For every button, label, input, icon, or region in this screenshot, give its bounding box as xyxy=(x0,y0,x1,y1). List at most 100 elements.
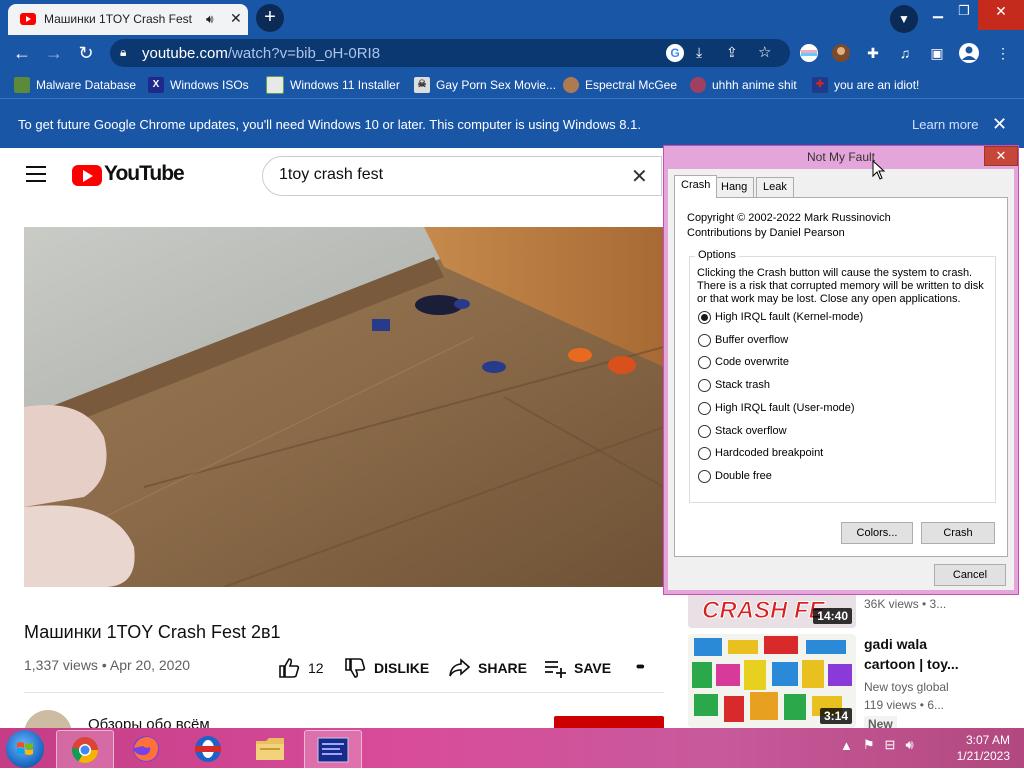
dislike-button[interactable]: DISLIKE xyxy=(344,658,429,678)
radio-icon[interactable] xyxy=(698,333,711,347)
extensions-puzzle-icon[interactable]: ✚ xyxy=(862,42,884,64)
start-button[interactable] xyxy=(6,730,44,768)
dialog-title[interactable]: Not My Fault xyxy=(664,146,1018,168)
thumbs-up-icon xyxy=(278,658,300,678)
radio-icon[interactable] xyxy=(698,424,711,438)
options-description: Clicking the Crash button will cause the… xyxy=(697,267,984,305)
chrome-icon[interactable] xyxy=(56,730,114,770)
infobar-message: To get future Google Chrome updates, you… xyxy=(18,117,641,132)
minimize-button[interactable]: ▁ xyxy=(926,0,950,30)
radio-buffer-overflow[interactable]: Buffer overflow xyxy=(698,332,788,348)
lock-icon[interactable]: 🔒︎ xyxy=(120,45,126,60)
clock-date: 1/21/2023 xyxy=(956,749,1010,763)
save-button[interactable]: SAVE xyxy=(544,658,611,678)
video-player[interactable] xyxy=(24,227,664,587)
volume-icon[interactable]: 🔊︎ xyxy=(905,737,913,753)
media-control-icon[interactable]: ♫ xyxy=(894,42,916,64)
recommendation-thumbnail[interactable]: 3:14 xyxy=(688,634,856,728)
infobar-close-icon[interactable]: ✕ xyxy=(992,114,1007,135)
bookmark-star-icon[interactable]: ☆ xyxy=(758,43,771,61)
youtube-logo-text[interactable]: YouTube xyxy=(104,162,185,186)
radio-icon[interactable] xyxy=(698,401,711,415)
google-lens-icon[interactable]: G xyxy=(666,44,684,62)
radio-stack-trash[interactable]: Stack trash xyxy=(698,377,770,393)
forward-arrow-icon[interactable]: → xyxy=(42,43,66,64)
bookmark-windows-isos[interactable]: X Windows ISOs xyxy=(148,76,249,94)
recommendation-title[interactable]: gadi wala cartoon | toy... xyxy=(864,634,959,674)
install-icon[interactable]: ⤓ xyxy=(696,44,702,61)
crash-button[interactable]: Crash xyxy=(921,522,995,544)
folder-icon[interactable] xyxy=(242,730,298,768)
recommendation-channel[interactable]: New toys global xyxy=(864,680,949,694)
radio-selected-icon[interactable] xyxy=(698,310,711,324)
profile-icon[interactable] xyxy=(958,42,980,64)
radio-icon[interactable] xyxy=(698,469,711,483)
skull-icon: ☠ xyxy=(414,77,430,93)
show-hidden-icons-icon[interactable]: ▲ xyxy=(840,738,853,753)
share-arrow-icon xyxy=(448,658,470,678)
notmyfault-icon[interactable] xyxy=(304,730,362,770)
chevron-down-icon[interactable]: ▼ xyxy=(890,5,918,33)
like-count: 12 xyxy=(308,660,324,676)
radio-icon[interactable] xyxy=(698,378,711,392)
flag-uk-icon: ✚ xyxy=(812,77,828,93)
bookmark-windows-11-installer[interactable]: Windows 11 Installer xyxy=(266,76,400,94)
dialog-close-button[interactable]: ✕ xyxy=(984,146,1018,166)
like-button[interactable]: 12 xyxy=(278,658,324,678)
firefox-icon[interactable] xyxy=(118,730,174,768)
bookmark-gay-porn[interactable]: ☠ Gay Porn Sex Movie... xyxy=(414,76,556,94)
bookmark-you-are-an-idiot[interactable]: ✚ you are an idiot! xyxy=(812,76,919,94)
action-center-flag-icon[interactable]: ⚑ xyxy=(863,737,875,753)
radio-high-irql-kernel[interactable]: High IRQL fault (Kernel-mode) xyxy=(698,309,863,325)
radio-stack-overflow[interactable]: Stack overflow xyxy=(698,423,787,439)
cancel-button[interactable]: Cancel xyxy=(934,564,1006,586)
radio-icon[interactable] xyxy=(698,446,711,460)
more-actions-icon[interactable]: ••• xyxy=(636,658,645,674)
browser-tab[interactable]: Машинки 1TOY Crash Fest 2в1 🔊︎ ✕ xyxy=(8,4,248,35)
bookmark-espectral-mcgee[interactable]: Espectral McGee xyxy=(563,76,677,94)
address-bar[interactable]: 🔒︎ youtube.com/watch?v=bib_oH-0RI8 G ⤓ ⇪… xyxy=(110,39,790,67)
extension-avatar-icon[interactable] xyxy=(830,42,852,64)
share-button[interactable]: SHARE xyxy=(448,658,527,678)
reload-icon[interactable]: ↻ xyxy=(74,43,98,64)
radio-high-irql-user[interactable]: High IRQL fault (User-mode) xyxy=(698,400,855,416)
video-title: Машинки 1TOY Crash Fest 2в1 xyxy=(24,622,281,642)
back-arrow-icon[interactable]: ← xyxy=(10,43,34,64)
speaker-icon[interactable]: 🔊︎ xyxy=(206,12,214,27)
radio-hardcoded-breakpoint[interactable]: Hardcoded breakpoint xyxy=(698,445,823,461)
dislike-label: DISLIKE xyxy=(374,660,430,676)
search-input[interactable] xyxy=(277,165,621,185)
extension-flag-icon[interactable] xyxy=(798,42,820,64)
mouse-cursor-icon xyxy=(872,160,886,180)
search-box[interactable]: ✕ xyxy=(262,156,662,196)
meta-separator: • xyxy=(101,657,107,673)
opera-icon[interactable] xyxy=(180,730,236,768)
network-icon[interactable]: ⊟ xyxy=(885,737,896,753)
avatar-icon xyxy=(563,77,579,93)
radio-double-free[interactable]: Double free xyxy=(698,468,772,484)
bookmark-malware-database[interactable]: Malware Database xyxy=(14,76,136,94)
radio-code-overwrite[interactable]: Code overwrite xyxy=(698,354,789,370)
tab-hang[interactable]: Hang xyxy=(714,177,755,197)
clear-search-icon[interactable]: ✕ xyxy=(631,164,648,189)
radio-icon[interactable] xyxy=(698,355,711,369)
bookmark-anime[interactable]: uhhh anime shit xyxy=(690,76,797,94)
update-infobar: To get future Google Chrome updates, you… xyxy=(0,98,1024,149)
side-panel-icon[interactable]: ▣ xyxy=(926,42,948,64)
options-label: Options xyxy=(695,249,739,261)
window-close-button[interactable]: ✕ xyxy=(978,0,1024,30)
share-icon[interactable]: ⇪ xyxy=(726,44,738,61)
restore-button[interactable]: ❐ xyxy=(952,0,976,30)
taskbar-clock[interactable]: 3:07 AM 1/21/2023 xyxy=(940,732,1010,764)
learn-more-link[interactable]: Learn more xyxy=(912,117,978,132)
url-text[interactable]: youtube.com/watch?v=bib_oH-0RI8 xyxy=(142,45,380,62)
tab-crash[interactable]: Crash xyxy=(674,175,718,198)
colors-button[interactable]: Colors... xyxy=(841,522,913,544)
menu-kebab-icon[interactable]: ⋮ xyxy=(992,42,1014,64)
tab-close-icon[interactable]: ✕ xyxy=(230,10,242,27)
hamburger-menu-icon[interactable] xyxy=(26,166,46,187)
new-tab-button[interactable]: + xyxy=(256,4,284,32)
tab-strip: Машинки 1TOY Crash Fest 2в1 🔊︎ ✕ + ▼ ▁ ❐… xyxy=(0,0,1024,35)
tab-leak[interactable]: Leak xyxy=(756,177,794,197)
youtube-logo-icon[interactable] xyxy=(72,165,102,186)
